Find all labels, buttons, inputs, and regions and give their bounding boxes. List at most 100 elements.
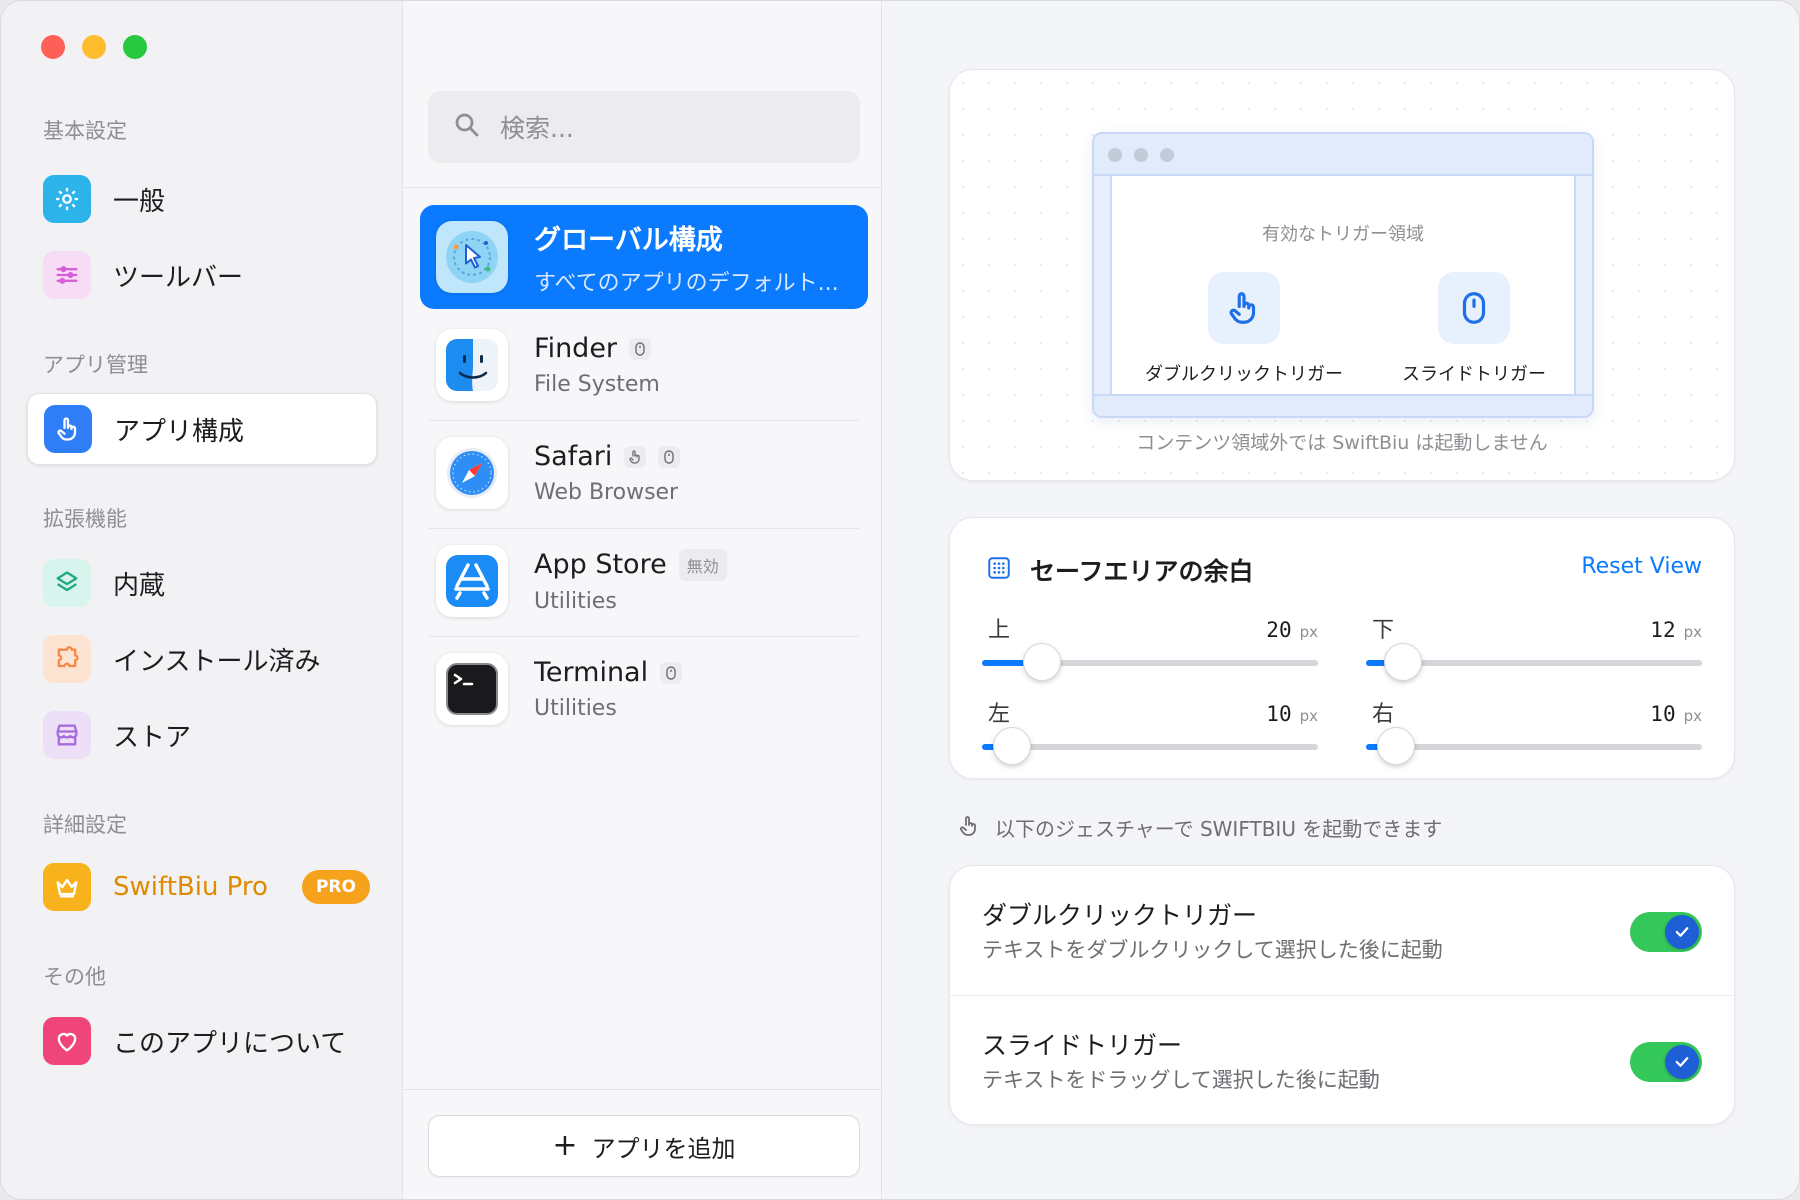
minimize-window-button[interactable] bbox=[82, 35, 106, 59]
pro-badge: PRO bbox=[301, 870, 370, 904]
finder-icon bbox=[436, 329, 508, 401]
add-app-label: アプリを追加 bbox=[591, 1134, 736, 1163]
search-icon bbox=[452, 110, 482, 144]
plus-icon: + bbox=[552, 1128, 578, 1163]
app-subtitle: Web Browser bbox=[534, 480, 679, 505]
sidebar-item-installed[interactable]: インストール済み bbox=[27, 623, 377, 695]
hand-pointer-icon bbox=[957, 814, 981, 842]
sidebar-item-label: SwiftBiu Pro bbox=[113, 872, 268, 902]
app-name: Finder bbox=[534, 333, 618, 364]
slider-track[interactable] bbox=[982, 643, 1318, 681]
app-name: Terminal bbox=[534, 657, 649, 688]
preview-trigger-label: スライドトリガー bbox=[1402, 364, 1546, 385]
checkmark-icon bbox=[1665, 915, 1699, 949]
mouse-icon bbox=[629, 337, 652, 360]
sidebar-item-label: インストール済み bbox=[113, 646, 321, 677]
disabled-badge: 無効 bbox=[678, 548, 727, 581]
slide-trigger-toggle[interactable] bbox=[1630, 1042, 1702, 1082]
mouse-icon bbox=[660, 661, 683, 684]
sidebar-item-store[interactable]: ストア bbox=[27, 699, 377, 771]
toggle-title: ダブルクリックトリガー bbox=[982, 901, 1258, 930]
app-name: App Store bbox=[534, 549, 667, 580]
search-placeholder: 検索... bbox=[500, 114, 574, 143]
slider-thumb[interactable] bbox=[1023, 643, 1062, 681]
mouse-icon bbox=[1438, 272, 1510, 344]
slider-value: 12 bbox=[1650, 618, 1676, 642]
app-subtitle: Utilities bbox=[534, 696, 617, 721]
slider-value: 20 bbox=[1266, 618, 1292, 642]
section-label-app-management: アプリ管理 bbox=[43, 353, 148, 377]
crown-icon bbox=[43, 863, 91, 911]
slider-thumb[interactable] bbox=[993, 727, 1032, 765]
global-cursor-icon bbox=[436, 221, 508, 293]
app-row-app-store[interactable]: App Store 無効 Utilities bbox=[420, 529, 868, 637]
slider-value: 10 bbox=[1266, 702, 1292, 726]
active-area-caption: 有効なトリガー領域 bbox=[1262, 224, 1424, 245]
app-subtitle: Utilities bbox=[534, 588, 617, 614]
checkmark-icon bbox=[1665, 1045, 1699, 1079]
preview-note: コンテンツ領域外では SwiftBiu は起動しません bbox=[1136, 432, 1548, 454]
gear-icon bbox=[43, 175, 91, 223]
app-row-finder[interactable]: Finder File System bbox=[420, 313, 868, 421]
app-name: Safari bbox=[534, 441, 613, 472]
slider-value: 10 bbox=[1650, 702, 1676, 726]
slider-unit: px bbox=[1683, 707, 1702, 725]
double-click-trigger-toggle[interactable] bbox=[1630, 912, 1702, 952]
divider bbox=[404, 1089, 882, 1090]
hand-pointer-icon bbox=[1208, 272, 1280, 344]
sidebar-item-toolbar[interactable]: ツールバー bbox=[27, 239, 377, 311]
sidebar-item-label: このアプリについて bbox=[113, 1028, 347, 1059]
slider-thumb[interactable] bbox=[1383, 643, 1422, 681]
toggle-subtitle: テキストをダブルクリックして選択した後に起動 bbox=[982, 938, 1443, 962]
zoom-window-button[interactable] bbox=[123, 35, 147, 59]
sidebar: 基本設定 一般 ツールバー アプリ管理 アプリ構成 拡張機能 内蔵 インストール… bbox=[1, 1, 403, 1199]
sidebar-item-swiftbiu-pro[interactable]: SwiftBiu Pro PRO bbox=[27, 851, 377, 923]
safari-compass-icon bbox=[436, 437, 508, 509]
section-label-other: その他 bbox=[43, 965, 106, 989]
sidebar-item-general[interactable]: 一般 bbox=[27, 163, 377, 235]
sidebar-item-app-config[interactable]: アプリ構成 bbox=[27, 393, 377, 465]
gesture-note: 以下のジェスチャーで SWIFTBIU を起動できます bbox=[957, 813, 1442, 842]
app-store-icon bbox=[436, 545, 508, 617]
window-controls bbox=[41, 35, 147, 59]
slider-label: 下 bbox=[1372, 618, 1395, 643]
slider-track[interactable] bbox=[982, 727, 1318, 765]
section-label-basic: 基本設定 bbox=[43, 119, 127, 143]
app-name: グローバル構成 bbox=[534, 224, 723, 256]
section-label-advanced: 詳細設定 bbox=[43, 813, 127, 837]
mockup-titlebar bbox=[1094, 134, 1592, 176]
settings-window: 基本設定 一般 ツールバー アプリ管理 アプリ構成 拡張機能 内蔵 インストール… bbox=[0, 0, 1800, 1200]
add-app-button[interactable]: + アプリを追加 bbox=[428, 1115, 860, 1177]
browser-mockup: 有効なトリガー領域 ダブルクリックトリガー スライドトリガー bbox=[1092, 132, 1594, 418]
sidebar-item-builtin[interactable]: 内蔵 bbox=[27, 547, 377, 619]
search-input[interactable]: 検索... bbox=[428, 91, 860, 163]
app-list-pane: 検索... グローバル構成 すべてのアプリのデフォルト... Finder Fi… bbox=[404, 1, 882, 1199]
hand-pointer-icon bbox=[44, 405, 92, 453]
grid-icon bbox=[986, 555, 1012, 585]
section-label-extensions: 拡張機能 bbox=[43, 507, 127, 531]
app-row-terminal[interactable]: Terminal Utilities bbox=[420, 637, 868, 741]
reset-view-button[interactable]: Reset View bbox=[1581, 554, 1702, 579]
toggle-subtitle: テキストをドラッグして選択した後に起動 bbox=[982, 1068, 1380, 1092]
slider-track[interactable] bbox=[1366, 643, 1702, 681]
sidebar-item-about[interactable]: このアプリについて bbox=[27, 1005, 377, 1077]
app-subtitle: File System bbox=[534, 372, 660, 397]
slider-track[interactable] bbox=[1366, 727, 1702, 765]
sidebar-item-label: アプリ構成 bbox=[114, 416, 245, 447]
preview-trigger-label: ダブルクリックトリガー bbox=[1145, 364, 1343, 385]
app-row-global-config[interactable]: グローバル構成 すべてのアプリのデフォルト... bbox=[420, 205, 868, 309]
slider-top: 上 20 px bbox=[982, 612, 1318, 681]
slider-left: 左 10 px bbox=[982, 696, 1318, 765]
slider-thumb[interactable] bbox=[1377, 727, 1416, 765]
safe-area-card: セーフエリアの余白 Reset View 上 20 px 下 12 px 左 1… bbox=[949, 517, 1735, 779]
slider-right: 右 10 px bbox=[1366, 696, 1702, 765]
layers-icon bbox=[43, 559, 91, 607]
sidebar-item-label: ツールバー bbox=[113, 262, 244, 293]
sidebar-item-label: ストア bbox=[113, 722, 192, 753]
app-row-safari[interactable]: Safari Web Browser bbox=[420, 421, 868, 529]
hand-pointer-icon bbox=[624, 445, 647, 468]
storefront-icon bbox=[43, 711, 91, 759]
close-window-button[interactable] bbox=[41, 35, 65, 59]
preview-trigger-double-click: ダブルクリックトリガー bbox=[1144, 272, 1344, 386]
sliders-icon bbox=[43, 251, 91, 299]
